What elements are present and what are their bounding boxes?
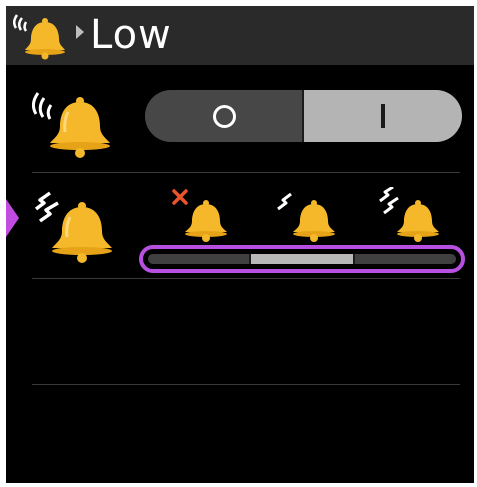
toggle-separator — [302, 90, 304, 142]
selection-marker — [6, 199, 19, 237]
header-bar: Low — [6, 6, 474, 65]
slider-track — [148, 254, 456, 264]
breadcrumb-arrow-icon — [76, 25, 84, 39]
bell-vibrate-low-icon[interactable] — [274, 187, 336, 243]
vibration-level-slider[interactable] — [139, 245, 465, 273]
vibrating-bell-icon — [34, 191, 112, 263]
toggle-off-option[interactable] — [145, 90, 303, 142]
bell-off-icon[interactable] — [166, 187, 228, 243]
ringing-bell-icon — [31, 92, 110, 158]
page-title: Low — [90, 12, 172, 58]
slider-segment-off[interactable] — [148, 254, 250, 264]
toggle-on-option[interactable] — [303, 90, 462, 142]
sound-toggle[interactable] — [145, 90, 462, 142]
on-symbol-icon — [380, 104, 385, 128]
off-symbol-icon — [212, 104, 236, 128]
divider — [32, 384, 460, 385]
slider-segment-high[interactable] — [352, 254, 456, 264]
settings-screen: Low — [6, 6, 474, 483]
slider-segment-low[interactable] — [249, 254, 353, 264]
bell-vibrate-high-icon[interactable] — [378, 187, 440, 243]
divider — [32, 172, 460, 173]
sound-mode-row — [6, 66, 474, 176]
divider — [32, 278, 460, 279]
vibration-level-row — [6, 177, 474, 283]
ringing-bell-icon — [13, 14, 65, 60]
